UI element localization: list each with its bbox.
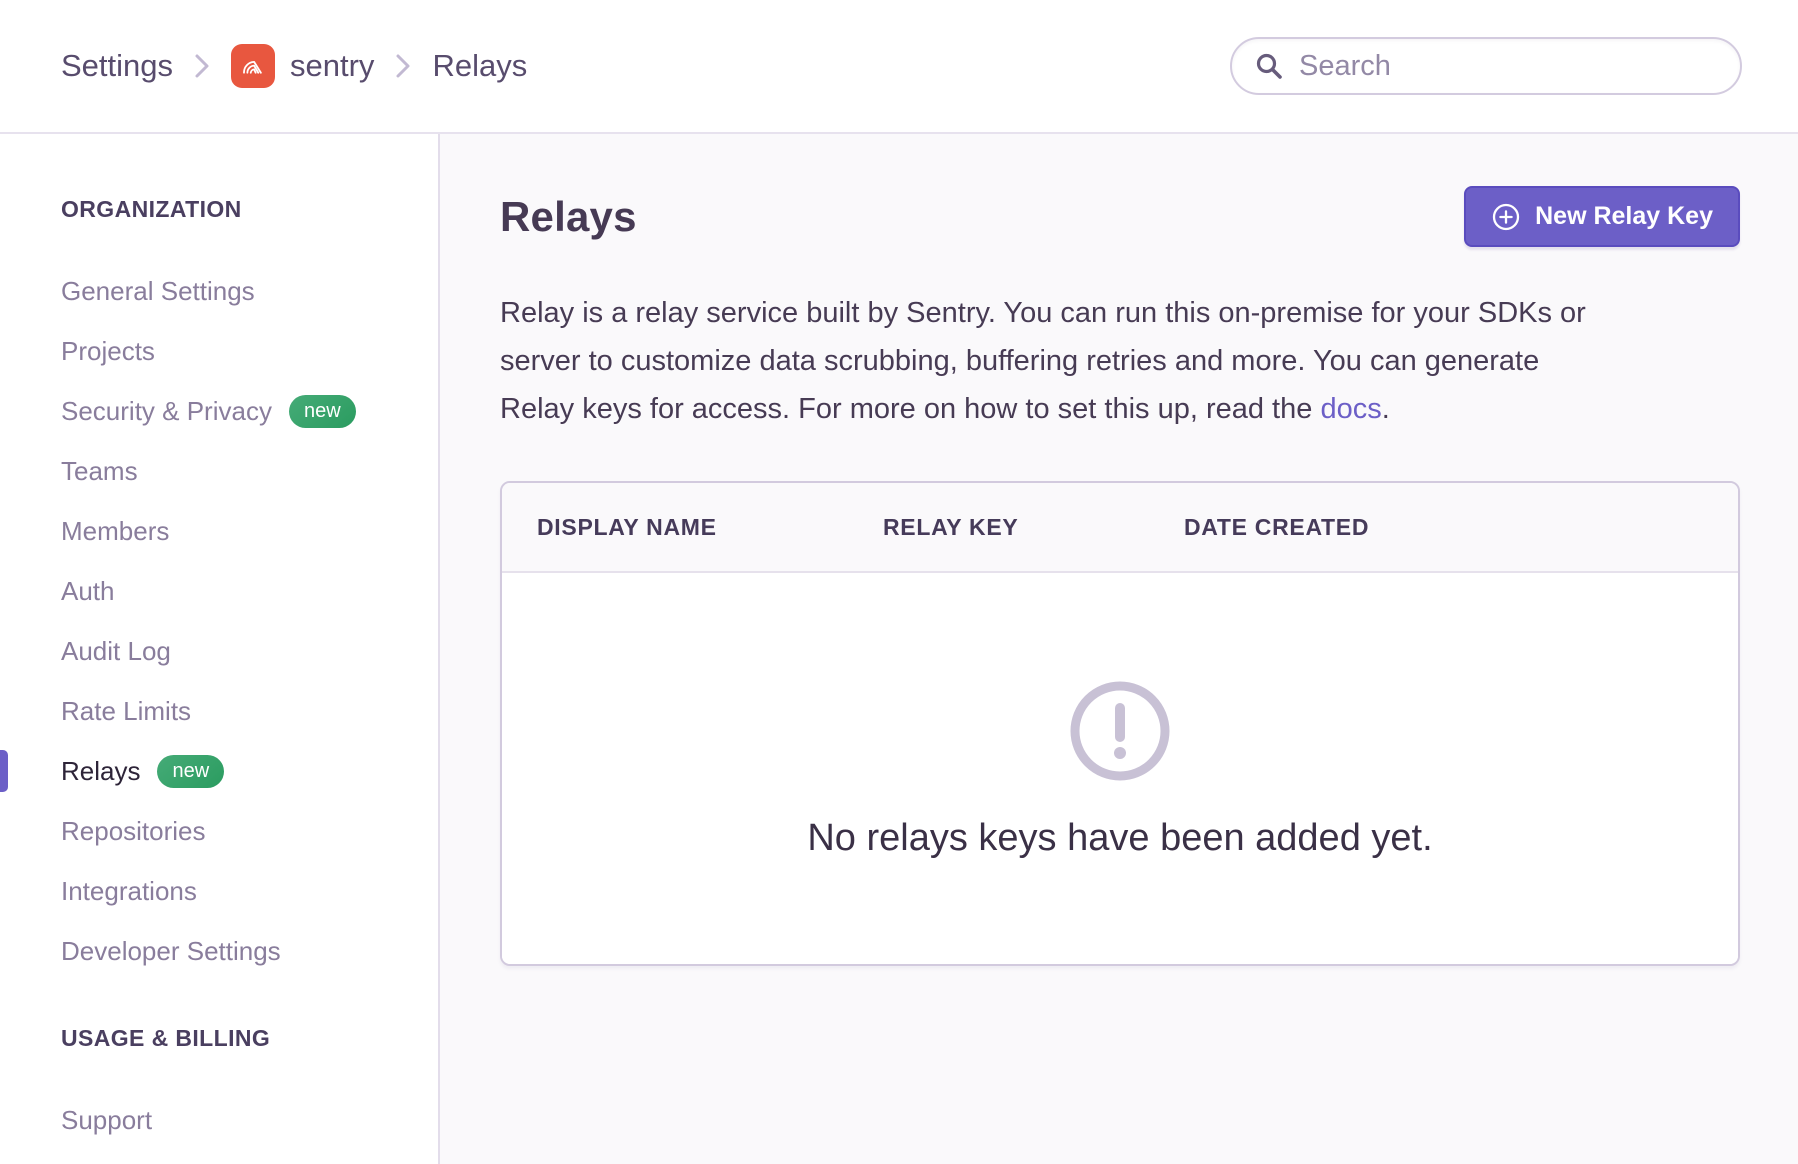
sidebar-item-label: Members [61, 516, 169, 547]
search-bar[interactable] [1230, 37, 1742, 95]
sidebar-item-label: Rate Limits [61, 696, 191, 727]
chevron-right-icon [194, 52, 210, 80]
sidebar-item-integrations[interactable]: Integrations [0, 861, 438, 921]
breadcrumb-settings-label: Settings [61, 48, 173, 84]
relay-keys-table: DISPLAY NAME RELAY KEY DATE CREATED No r… [500, 481, 1740, 966]
page-title: Relays [500, 193, 637, 241]
new-badge: new [157, 755, 224, 788]
column-header-relay-key: RELAY KEY [848, 514, 1149, 541]
breadcrumb: Settings sentry Relays [61, 44, 527, 88]
sidebar-item-relays[interactable]: Relays new [0, 741, 438, 801]
new-badge: new [289, 395, 356, 428]
sidebar-item-developer-settings[interactable]: Developer Settings [0, 921, 438, 981]
column-header-date-created: DATE CREATED [1149, 514, 1738, 541]
sidebar-item-rate-limits[interactable]: Rate Limits [0, 681, 438, 741]
sidebar-section-heading: USAGE & BILLING [0, 1025, 438, 1052]
sidebar-item-label: Developer Settings [61, 936, 281, 967]
empty-state: No relays keys have been added yet. [502, 573, 1738, 964]
breadcrumb-item-organization[interactable]: sentry [231, 44, 374, 88]
column-header-display-name: DISPLAY NAME [502, 514, 848, 541]
breadcrumb-item-relays: Relays [432, 48, 527, 84]
breadcrumb-item-settings[interactable]: Settings [61, 48, 173, 84]
sidebar-item-repositories[interactable]: Repositories [0, 801, 438, 861]
sidebar-section: USAGE & BILLING Support [0, 1025, 438, 1150]
sidebar-nav: ORGANIZATION General Settings Projects S… [0, 196, 438, 1150]
sidebar-item-auth[interactable]: Auth [0, 561, 438, 621]
sidebar-item-label: Security & Privacy [61, 396, 272, 427]
sidebar-item-teams[interactable]: Teams [0, 441, 438, 501]
sidebar-nav-list: General Settings Projects Security & Pri… [0, 261, 438, 981]
sidebar-item-projects[interactable]: Projects [0, 321, 438, 381]
sidebar-item-label: Integrations [61, 876, 197, 907]
sidebar-item-label: Teams [61, 456, 138, 487]
main-header: Relays New Relay Key [500, 186, 1740, 247]
settings-sidebar: ORGANIZATION General Settings Projects S… [0, 134, 440, 1164]
sidebar-item-audit-log[interactable]: Audit Log [0, 621, 438, 681]
main-content: Relays New Relay Key Relay is a relay se… [440, 134, 1798, 1164]
sidebar-item-label: Relays [61, 756, 140, 787]
sidebar-item-general-settings[interactable]: General Settings [0, 261, 438, 321]
plus-circle-icon [1491, 202, 1521, 232]
relays-description: Relay is a relay service built by Sentry… [500, 289, 1740, 433]
sidebar-item-label: Projects [61, 336, 155, 367]
sidebar-item-label: Support [61, 1105, 152, 1136]
sidebar-item-label: Auth [61, 576, 115, 607]
sidebar-section-heading: ORGANIZATION [0, 196, 438, 223]
top-header: Settings sentry Relays [0, 0, 1798, 134]
breadcrumb-org-label: sentry [290, 48, 374, 84]
new-relay-key-label: New Relay Key [1535, 202, 1713, 231]
sidebar-item-security-privacy[interactable]: Security & Privacy new [0, 381, 438, 441]
sidebar-nav-list: Support [0, 1090, 438, 1150]
docs-link[interactable]: docs [1320, 393, 1381, 425]
search-icon [1254, 51, 1284, 81]
sidebar-item-label: Audit Log [61, 636, 171, 667]
exclamation-circle-icon [1066, 677, 1174, 785]
sidebar-item-support[interactable]: Support [0, 1090, 438, 1150]
empty-state-message: No relays keys have been added yet. [807, 817, 1432, 860]
relay-keys-table-header: DISPLAY NAME RELAY KEY DATE CREATED [502, 483, 1738, 573]
sidebar-item-label: Repositories [61, 816, 206, 847]
breadcrumb-relays-label: Relays [432, 48, 527, 84]
new-relay-key-button[interactable]: New Relay Key [1464, 186, 1740, 247]
sidebar-section: ORGANIZATION General Settings Projects S… [0, 196, 438, 981]
sentry-logo-icon [231, 44, 275, 88]
sidebar-item-members[interactable]: Members [0, 501, 438, 561]
search-input[interactable] [1297, 49, 1718, 84]
sidebar-item-label: General Settings [61, 276, 255, 307]
chevron-right-icon [395, 52, 411, 80]
